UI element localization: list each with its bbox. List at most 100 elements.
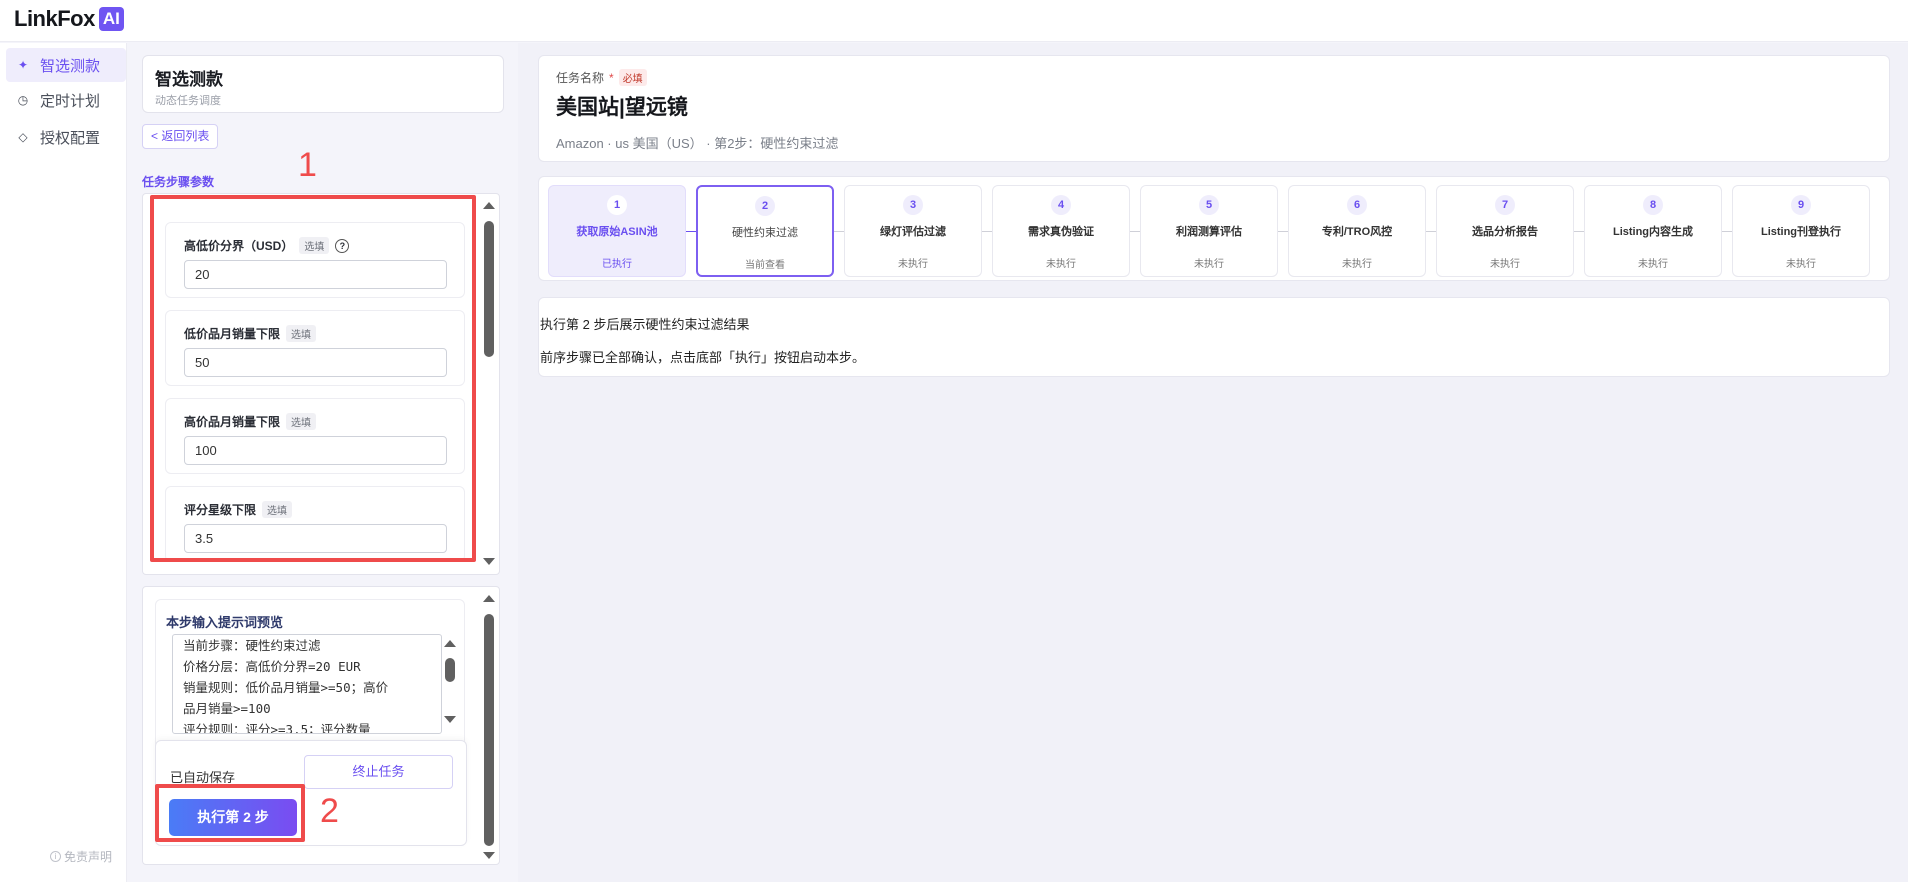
step-card-6[interactable]: 6 专利/TRO风控 未执行 (1288, 185, 1426, 277)
step-status: 未执行 (1194, 259, 1224, 270)
sidebar-item-smart-select[interactable]: ✦ 智选测款 (6, 48, 126, 82)
stop-task-button[interactable]: 终止任务 (304, 755, 453, 789)
result-card: 执行第 2 步后展示硬性约束过滤结果 前序步骤已全部确认，点击底部「执行」按钮启… (538, 297, 1890, 377)
required-tag: 必填 (618, 69, 647, 86)
prompt-title: 本步输入提示词预览 (166, 615, 284, 630)
task-info-card: 任务名称 * 必填 美国站|望远镜 Amazon · us 美国（US） · 第… (538, 55, 1890, 162)
clock-icon: ◷ (17, 93, 29, 107)
back-to-list-button[interactable]: < 返回列表 (142, 124, 219, 149)
step-status: 未执行 (1638, 259, 1668, 270)
sparkle-icon: ✦ (17, 58, 29, 72)
sidebar-item-auth[interactable]: ◇ 授权配置 (6, 120, 126, 154)
required-star: * (609, 70, 614, 85)
step-connector (1574, 231, 1584, 232)
prompt-line: 当前步骤：硬性约束过滤 (183, 638, 321, 653)
step-number: 4 (1051, 195, 1071, 215)
disclaimer-label: 免责声明 (64, 850, 113, 864)
step-connector (982, 231, 992, 232)
step-card-5[interactable]: 5 利润测算评估 未执行 (1140, 185, 1278, 277)
step-connector (1278, 231, 1288, 232)
step-status: 当前查看 (745, 260, 785, 271)
scroll-down-icon[interactable] (483, 558, 495, 565)
step-title: Listing刊登执行 (1760, 226, 1842, 238)
scroll-thumb[interactable] (445, 658, 455, 682)
step-title: 需求真伪验证 (1028, 226, 1094, 238)
step-title: 选品分析报告 (1472, 226, 1538, 238)
prompt-line: 品月销量>=100 (183, 701, 271, 716)
sidebar-item-label: 智选测款 (40, 57, 101, 75)
step-title: 绿灯评估过滤 (880, 226, 946, 238)
task-meta: Amazon · us 美国（US） · 第2步：硬性约束过滤 (556, 136, 839, 151)
step-number: 8 (1643, 195, 1663, 215)
task-subtitle: 动态任务调度 (155, 95, 221, 107)
step-card-7[interactable]: 7 选品分析报告 未执行 (1436, 185, 1574, 277)
step-status: 未执行 (898, 259, 928, 270)
scroll-up-icon[interactable] (444, 640, 456, 647)
scroll-down-icon[interactable] (444, 716, 456, 723)
scroll-up-icon[interactable] (483, 595, 495, 602)
task-name-label: 任务名称 (556, 71, 605, 85)
logo[interactable]: LinkFox AI (14, 6, 124, 32)
scroll-up-icon[interactable] (483, 202, 495, 209)
result-heading: 执行第 2 步后展示硬性约束过滤结果 (540, 317, 750, 332)
result-hint: 前序步骤已全部确认，点击底部「执行」按钮启动本步。 (540, 350, 866, 365)
prompt-preview-card: 本步输入提示词预览 当前步骤：硬性约束过滤 价格分层：高低价分界=20 EUR … (155, 599, 465, 749)
scroll-thumb[interactable] (484, 221, 494, 357)
step-status: 未执行 (1342, 259, 1372, 270)
step-card-8[interactable]: 8 Listing内容生成 未执行 (1584, 185, 1722, 277)
section-label: 任务步骤参数 (142, 175, 215, 189)
step-title: Listing内容生成 (1612, 226, 1694, 238)
prompt-line: 销量规则：低价品月销量>=50；高价 (183, 680, 389, 695)
logo-text: LinkFox (14, 6, 95, 31)
scroll-thumb[interactable] (484, 614, 494, 846)
step-connector (1426, 231, 1436, 232)
task-card: 智选测款 动态任务调度 (142, 55, 504, 113)
step-title: 硬性约束过滤 (732, 227, 798, 239)
annotation-box-2 (155, 784, 305, 842)
step-connector (1130, 231, 1140, 232)
step-number: 5 (1199, 195, 1219, 215)
step-number: 6 (1347, 195, 1367, 215)
annotation-box-1 (150, 195, 476, 562)
prompt-scrollbar[interactable] (442, 636, 456, 732)
sidebar-item-schedule[interactable]: ◷ 定时计划 (6, 83, 126, 117)
step-connector (1722, 231, 1732, 232)
step-status: 未执行 (1490, 259, 1520, 270)
task-title: 智选测款 (155, 70, 223, 89)
info-icon: i (50, 851, 61, 862)
sidebar-item-label: 授权配置 (40, 129, 101, 147)
step-card-4[interactable]: 4 需求真伪验证 未执行 (992, 185, 1130, 277)
step-status: 未执行 (1046, 259, 1076, 270)
step-number: 1 (607, 195, 627, 215)
disclaimer-link[interactable]: i 免责声明 (50, 848, 112, 865)
logo-badge: AI (98, 7, 124, 31)
step-card-9[interactable]: 9 Listing刊登执行 未执行 (1732, 185, 1870, 277)
step-connector (834, 231, 844, 232)
task-name[interactable]: 美国站|望远镜 (556, 91, 688, 121)
step-progress: 1 获取原始ASIN池 已执行 2 硬性约束过滤 当前查看 3 绿灯评估过滤 未执行 4 需求真伪验… (538, 176, 1890, 281)
step-card-3[interactable]: 3 绿灯评估过滤 未执行 (844, 185, 982, 277)
diamond-icon: ◇ (18, 130, 28, 144)
prompt-panel-scrollbar[interactable] (481, 587, 495, 864)
sidebar-item-label: 定时计划 (40, 92, 101, 110)
prompt-line: 价格分层：高低价分界=20 EUR (183, 659, 361, 674)
step-title: 获取原始ASIN池 (576, 226, 658, 238)
prompt-line: 评分规则：评分>=3.5；评分数量 (183, 722, 371, 734)
task-name-label-row: 任务名称 * 必填 (556, 69, 647, 86)
top-bar: LinkFox AI (0, 0, 1908, 42)
sidebar: ✦ 智选测款 ◷ 定时计划 ◇ 授权配置 (0, 43, 127, 882)
step-connector (686, 231, 696, 232)
scroll-down-icon[interactable] (483, 852, 495, 859)
step-card-1[interactable]: 1 获取原始ASIN池 已执行 (548, 185, 686, 277)
step-number: 9 (1791, 195, 1811, 215)
step-card-2[interactable]: 2 硬性约束过滤 当前查看 (696, 185, 834, 277)
step-title: 利润测算评估 (1176, 226, 1242, 238)
params-scrollbar[interactable] (481, 194, 495, 574)
step-status: 未执行 (1786, 259, 1816, 270)
main-area (518, 43, 1908, 882)
step-number: 2 (755, 196, 775, 216)
annotation-label-2: 2 (320, 792, 339, 830)
annotation-label-1: 1 (298, 146, 317, 184)
step-title: 专利/TRO风控 (1321, 226, 1393, 238)
prompt-textarea[interactable]: 当前步骤：硬性约束过滤 价格分层：高低价分界=20 EUR 销量规则：低价品月销… (172, 634, 442, 734)
